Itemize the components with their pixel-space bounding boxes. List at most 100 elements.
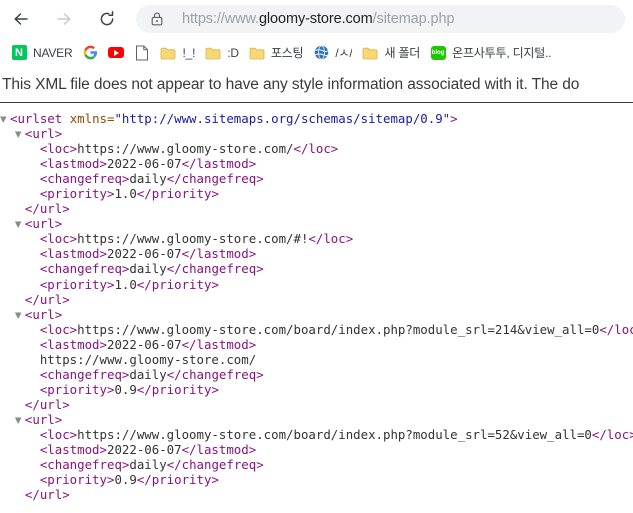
bookmarks-bar: N NAVER !_! :D 포스팅/ㅅ/새 폴더 blog 온프사투투, 디지털.. — [0, 38, 633, 67]
bookmark-item[interactable]: blog 온프사투투, 디지털.. — [425, 41, 556, 64]
xml-txt: 2022-06-07 — [106, 246, 182, 262]
naver-favicon: N — [11, 45, 27, 61]
xml-tag: </lastmod> — [181, 442, 257, 458]
bookmark-label: NAVER — [33, 45, 73, 60]
bookmark-item[interactable]: /ㅅ/ — [308, 41, 357, 64]
xml-txt: daily — [129, 366, 167, 382]
xml-tag: <changefreq> — [39, 457, 130, 473]
xml-line: ▼ <urlset xmlns="http://www.sitemaps.org/… — [0, 111, 633, 126]
xml-tag: <lastmod> — [39, 156, 107, 172]
bookmark-item[interactable]: 포스팅 — [244, 41, 309, 64]
xml-line: ▼ <url> — [0, 307, 633, 322]
xml-line: <loc>https://www.gloomy-store.com/#!</lo… — [0, 231, 633, 246]
xml-txt: 0.9 — [114, 381, 137, 397]
xml-txt: daily — [129, 171, 167, 187]
bookmark-item[interactable]: !_! — [155, 41, 200, 64]
bookmark-label: 온프사투투, 디지털.. — [452, 46, 552, 60]
xml-line: ▼ <url> — [0, 216, 633, 231]
xml-line: <lastmod>2022-06-07</lastmod> — [0, 442, 633, 457]
xml-style-warning: This XML file does not appear to have an… — [0, 67, 633, 103]
xml-line: <priority>1.0</priority> — [0, 186, 633, 201]
xml-tag: <url> — [24, 411, 63, 427]
xml-tag: <lastmod> — [39, 442, 107, 458]
bookmark-label: 새 폴더 — [384, 46, 421, 60]
xml-tag: </changefreq> — [166, 261, 264, 277]
xml-tag: </priority> — [136, 472, 219, 488]
bookmark-item[interactable] — [129, 41, 155, 64]
xml-tag: <urlset — [10, 111, 70, 126]
xml-tag: </loc> — [591, 426, 633, 442]
document-favicon — [134, 45, 150, 61]
bookmark-item[interactable]: :D — [200, 41, 244, 64]
xml-line: <priority>0.9</priority> — [0, 382, 633, 397]
xml-txt: https://www.gloomy-store.com/board/index… — [77, 321, 600, 337]
xml-line: <loc>https://www.gloomy-store.com/board/… — [0, 427, 633, 442]
xml-txt: daily — [129, 457, 167, 473]
bookmark-item[interactable] — [103, 41, 129, 64]
xml-tree: ▼ <urlset xmlns="http://www.sitemaps.org/… — [0, 103, 633, 502]
xml-txt: https://www.gloomy-store.com/ — [77, 141, 294, 157]
folder-icon — [249, 45, 265, 61]
google-favicon — [82, 45, 98, 61]
xml-tag: <url> — [24, 306, 63, 322]
address-bar[interactable]: https://www.gloomy-store.com/sitemap.php — [136, 5, 625, 33]
xml-tag: <priority> — [39, 276, 115, 292]
xml-tag: <loc> — [39, 321, 78, 337]
xml-tag: <lastmod> — [39, 336, 107, 352]
xml-tag: </lastmod> — [181, 246, 257, 262]
xml-line: <loc>https://www.gloomy-store.com/board/… — [0, 322, 633, 337]
xml-tag: </lastmod> — [181, 336, 257, 352]
xml-line: <changefreq>daily</changefreq> — [0, 261, 633, 276]
bookmark-item[interactable]: N NAVER — [6, 41, 77, 64]
xml-tag: <loc> — [39, 426, 78, 442]
arrow-right-icon — [54, 9, 74, 29]
back-button[interactable] — [6, 4, 36, 34]
xml-txt: 1.0 — [114, 276, 137, 292]
xml-attr: xmlns= — [69, 111, 115, 126]
bookmark-item[interactable] — [77, 41, 103, 64]
xml-tag: <url> — [24, 216, 63, 232]
xml-line: ▼ <url> — [0, 412, 633, 427]
forward-button — [49, 4, 79, 34]
browser-toolbar: https://www.gloomy-store.com/sitemap.php — [0, 0, 633, 38]
xml-txt: 1.0 — [114, 186, 137, 202]
reload-button[interactable] — [92, 4, 122, 34]
xml-line: ▼ <url> — [0, 126, 633, 141]
url-text[interactable]: https://www.gloomy-store.com/sitemap.php — [182, 11, 454, 27]
xml-tag: </loc> — [293, 141, 339, 157]
xml-tag: </url> — [24, 487, 70, 503]
xml-txt: https://www.gloomy-store.com/board/index… — [77, 426, 592, 442]
lock-icon[interactable] — [146, 8, 168, 30]
xml-txt: 2022-06-07 — [106, 156, 182, 172]
xml-txt: https://www.gloomy-store.com/#! — [77, 231, 309, 247]
xml-line: <lastmod>2022-06-07</lastmod> — [0, 156, 633, 171]
folder-icon — [160, 45, 176, 61]
xml-tag: </url> — [24, 291, 70, 307]
xml-tag: <changefreq> — [39, 261, 130, 277]
bookmark-label: /ㅅ/ — [335, 46, 353, 60]
xml-tag: </changefreq> — [166, 171, 264, 187]
youtube-favicon — [108, 45, 125, 61]
blog-favicon: blog — [430, 45, 446, 61]
xml-tag: <lastmod> — [39, 246, 107, 262]
folder-icon — [362, 45, 378, 61]
xml-val: "http://www.sitemaps.org/schemas/sitemap… — [114, 111, 451, 126]
bookmark-label: :D — [227, 45, 239, 60]
xml-tag: > — [450, 111, 458, 126]
url-host: gloomy-store.com — [258, 11, 373, 27]
reload-icon — [97, 9, 117, 29]
xml-line: <loc>https://www.gloomy-store.com/</loc> — [0, 141, 633, 156]
xml-txt: https://www.gloomy-store.com/ — [39, 351, 257, 367]
xml-tag: <changefreq> — [39, 366, 130, 382]
xml-tag: <changefreq> — [39, 171, 130, 187]
xml-txt: 0.9 — [114, 472, 137, 488]
xml-tag: </loc> — [308, 231, 354, 247]
xml-txt: 2022-06-07 — [106, 442, 182, 458]
xml-line: </url> — [0, 201, 633, 216]
url-path: /sitemap.php — [372, 11, 455, 27]
xml-tag: <priority> — [39, 186, 115, 202]
bookmark-item[interactable]: 새 폴더 — [357, 41, 425, 64]
arrow-left-icon — [11, 9, 31, 29]
folder-icon — [205, 45, 221, 61]
xml-line: <priority>0.9</priority> — [0, 472, 633, 487]
